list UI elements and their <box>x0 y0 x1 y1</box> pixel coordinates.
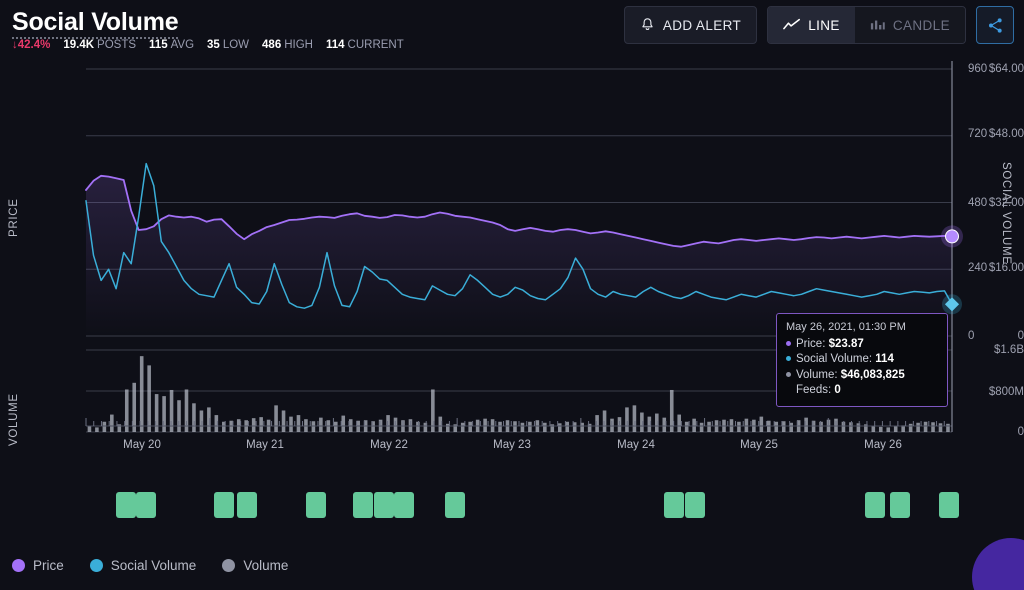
stat-current: 114 CURRENT <box>325 39 404 51</box>
share-button[interactable] <box>976 6 1014 44</box>
social-volume-dot <box>786 356 791 362</box>
legend-item-volume[interactable]: Volume <box>222 558 288 573</box>
event-marker[interactable] <box>116 492 137 518</box>
legend-item-social-volume[interactable]: Social Volume <box>89 558 197 573</box>
event-marker[interactable] <box>236 492 257 518</box>
add-alert-button[interactable]: ADD ALERT <box>623 6 758 44</box>
social-volume-chart-app: Social Volume ↓42.4% 19.4K POSTS 115 AVG 3… <box>0 0 1024 590</box>
stat-posts: 19.4K POSTS <box>63 39 137 51</box>
x-tick-label: May 20 <box>123 439 161 451</box>
event-marker[interactable] <box>444 492 465 518</box>
event-marker[interactable] <box>214 492 235 518</box>
share-icon <box>988 17 1002 33</box>
legend-dot-volume <box>222 559 236 572</box>
chart-type-candle-label: CANDLE <box>892 17 950 33</box>
x-tick-label: May 25 <box>740 439 778 451</box>
tooltip-row-volume: Volume: $46,083,825 <box>786 368 939 384</box>
tooltip-row-feeds: Feeds: 0 <box>796 384 841 396</box>
x-tick-label: May 21 <box>246 439 284 451</box>
legend-label-social-volume: Social Volume <box>110 558 197 573</box>
x-tick-label: May 26 <box>864 439 902 451</box>
tooltip-row-price: Price: $23.87 <box>786 337 939 353</box>
stat-low: 35 LOW <box>207 39 250 51</box>
event-marker[interactable] <box>136 492 157 518</box>
x-tick-label: May 24 <box>617 439 655 451</box>
event-marker[interactable] <box>352 492 373 518</box>
legend-item-price[interactable]: Price <box>12 558 64 573</box>
header-actions: ADD ALERT LINE CANDLE <box>623 6 1014 44</box>
legend-label-price: Price <box>33 558 64 573</box>
price-dot <box>786 340 791 346</box>
header: Social Volume ↓42.4% 19.4K POSTS 115 AVG 3… <box>0 0 1024 58</box>
event-marker[interactable] <box>664 492 685 518</box>
legend-label-volume: Volume <box>243 558 289 573</box>
chart-type-line-label: LINE <box>808 17 840 33</box>
line-chart-icon <box>783 18 801 30</box>
chart-tooltip: May 26, 2021, 01:30 PM Price: $23.87 Soc… <box>776 313 948 407</box>
bell-icon <box>642 18 653 30</box>
change-value: 42.4% <box>17 39 51 51</box>
event-marker[interactable] <box>685 492 706 518</box>
chart-type-candle[interactable]: CANDLE <box>854 7 965 43</box>
change-badge: ↓42.4% <box>12 38 50 52</box>
header-stats: ↓42.4% 19.4K POSTS 115 AVG 35 LOW 486 HIGH 1… <box>12 38 417 52</box>
event-marker-track[interactable] <box>0 468 1024 540</box>
legend-dot-social-volume <box>89 559 103 572</box>
page-title: Social Volume <box>12 8 179 39</box>
chart-type-toggle: LINE CANDLE <box>767 6 966 44</box>
decorative-orb <box>972 538 1024 590</box>
event-marker[interactable] <box>394 492 415 518</box>
price-area-fill <box>86 175 952 336</box>
chart-plot[interactable] <box>0 58 1024 468</box>
candle-chart-icon <box>870 20 885 30</box>
event-marker[interactable] <box>305 492 326 518</box>
event-marker[interactable] <box>889 492 910 518</box>
stat-high: 486 HIGH <box>262 39 313 51</box>
event-marker[interactable] <box>373 492 394 518</box>
chart-legend: Price Social Volume Volume <box>12 558 288 573</box>
volume-dot <box>786 371 791 377</box>
legend-dot-price <box>12 559 25 572</box>
x-tick-label: May 23 <box>493 439 531 451</box>
stat-avg: 115 AVG <box>149 39 195 51</box>
x-tick-label: May 22 <box>370 439 408 451</box>
tooltip-date: May 26, 2021, 01:30 PM <box>786 321 906 333</box>
chart-area[interactable]: PRICE VOLUME SOCIAL VOLUME $64.00 $48.00… <box>0 58 1024 468</box>
event-marker[interactable] <box>865 492 886 518</box>
tooltip-row-social-volume: Social Volume: 114 <box>786 352 939 368</box>
add-alert-label: ADD ALERT <box>662 17 742 33</box>
chart-type-line[interactable]: LINE <box>768 7 855 43</box>
event-marker[interactable] <box>939 492 959 518</box>
